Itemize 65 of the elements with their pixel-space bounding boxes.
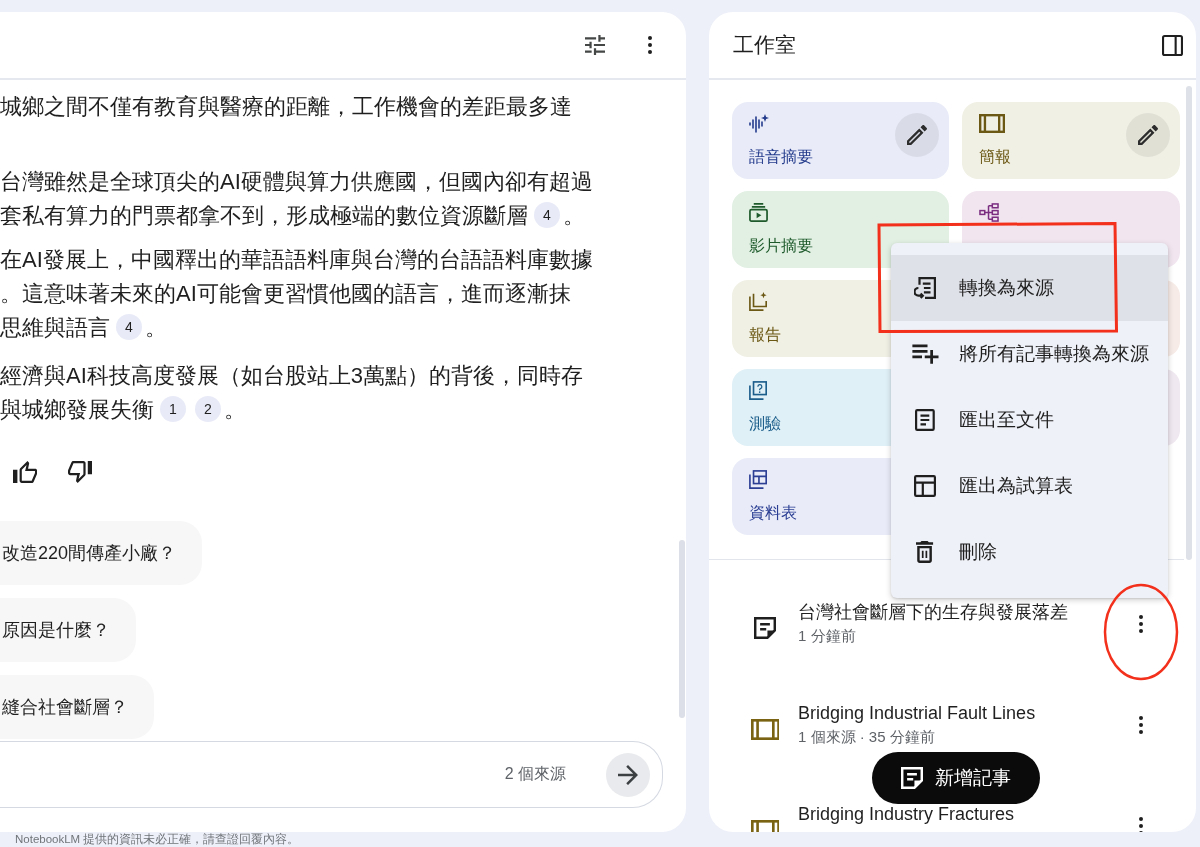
studio-tile[interactable]: 簡報 [962,102,1180,179]
scrollbar-thumb[interactable] [1186,86,1192,560]
panel-title: 工作室 [733,32,796,58]
sliders-icon[interactable] [585,35,605,55]
note-title: Bridging Industrial Fault Lines [798,702,1037,724]
text-line: 與城鄉發展失衡 1 2 。 [0,395,246,425]
text-line: 思維與語言 4 。 [0,313,167,343]
note-title: Bridging Industry Fractures [798,803,1016,825]
tile-label: 簡報 [979,147,1011,167]
suggestion-chip[interactable]: 原因是什麼？ [0,598,136,662]
note-title: 台灣社會斷層下的生存與發展落差 [798,601,1069,623]
table-icon [749,470,768,489]
text-line: 套私有算力的門票都拿不到，形成極端的數位資源斷層 4 。 [0,201,585,231]
source-count: 2 個來源 [504,764,566,784]
more-icon[interactable] [648,36,652,54]
citation-chip[interactable]: 4 [534,202,560,229]
mind-map-icon [979,203,999,222]
note-icon [901,767,923,789]
citation-chip[interactable]: 4 [116,314,142,341]
citation-chip[interactable]: 2 [195,396,221,423]
disclaimer-text: NotebookLM 提供的資訊未必正確，請查證回覆內容。 [15,833,300,846]
edit-button[interactable] [1126,113,1170,157]
panel-toggle-icon[interactable] [1162,34,1183,56]
text-line: 。這意味著未來的AI可能會更習慣他國的語言，進而逐漸抹 [0,280,571,308]
pencil-icon [1138,125,1158,145]
slideshow-icon [750,718,780,740]
suggestion-chip[interactable]: 改造220間傳產小廠？ [0,521,203,585]
list-plus-icon [910,343,940,365]
trash-icon [916,541,934,563]
pencil-icon [907,125,927,145]
document-arrow-icon [914,277,936,299]
thumbs-down-icon[interactable] [68,461,93,483]
add-note-button[interactable]: 新增記事 [872,752,1040,804]
note-meta: 1 分鐘前 [798,626,857,646]
slideshow-icon [979,114,1006,133]
thumbs-up-icon[interactable] [13,461,38,483]
more-icon[interactable] [1139,615,1143,633]
arrow-icon [618,764,638,785]
chat-input-field[interactable]: 2 個來源 [0,741,663,808]
sound-wave-icon [749,114,769,133]
send-button[interactable] [606,752,650,797]
tile-label: 測驗 [749,414,781,434]
video-icon [749,203,768,222]
text-line: 台灣雖然是全球頂尖的AI硬體與算力供應國，但國內卻有超過 [0,168,593,196]
tile-label: 資料表 [749,503,797,523]
table-icon [914,475,936,497]
tile-label: 語音摘要 [749,147,813,167]
quiz-icon [749,381,768,400]
document-icon [915,409,935,431]
studio-tile[interactable]: 語音摘要 [732,102,949,179]
note-icon [754,617,776,639]
text-line: 經濟與AI科技高度發展（如台股站上3萬點）的背後，同時存 [0,362,584,390]
suggestion-chip[interactable]: 縫合社會斷層？ [0,675,154,739]
text-line: 在AI發展上，中國釋出的華語語料庫與台灣的台語語料庫數據 [0,246,593,274]
citation-chip[interactable]: 1 [160,396,186,423]
tile-label: 影片摘要 [749,236,813,256]
edit-button[interactable] [895,113,939,157]
menu-item[interactable]: 轉換為來源 [891,255,1168,321]
scrollbar-thumb[interactable] [679,540,685,718]
report-icon [749,292,768,311]
note-meta: 1 個來源 · 35 分鐘前 [798,727,936,747]
more-icon[interactable] [1139,817,1143,832]
more-icon[interactable] [1139,716,1143,734]
text-line: 城鄉之間不僅有教育與醫療的距離，工作機會的差距最多達 [0,93,572,121]
tile-label: 報告 [749,325,781,345]
